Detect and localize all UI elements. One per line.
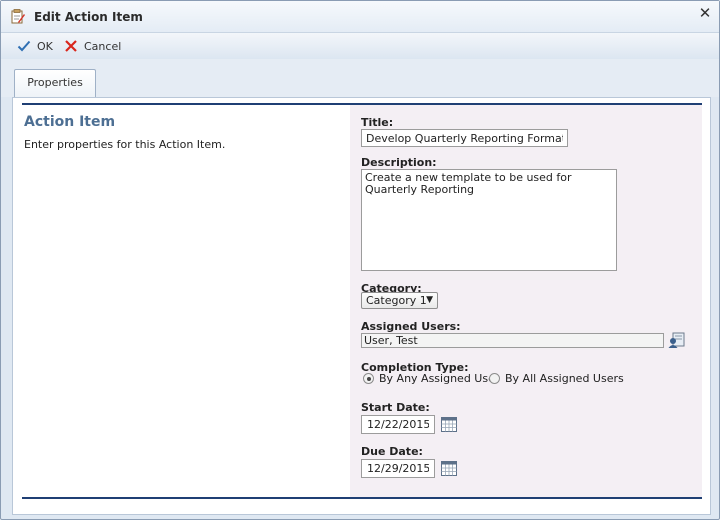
radio-by-all-assigned-users[interactable]: By All Assigned Users — [489, 372, 624, 385]
radio-all-label: By All Assigned Users — [505, 372, 624, 385]
radio-unselected-icon — [489, 373, 500, 384]
due-date-label: Due Date: — [361, 445, 423, 458]
divider-bottom — [22, 497, 702, 499]
start-date-input[interactable] — [361, 415, 435, 434]
radio-by-any-assigned-user[interactable]: By Any Assigned User — [363, 372, 499, 385]
ok-button[interactable]: OK — [17, 38, 53, 54]
radio-selected-icon — [363, 373, 374, 384]
assigned-users-field — [361, 333, 664, 348]
tab-properties[interactable]: Properties — [14, 69, 96, 97]
properties-panel: Action Item Enter properties for this Ac… — [12, 97, 711, 515]
user-picker-icon[interactable] — [668, 332, 685, 349]
title-label: Title: — [361, 116, 394, 129]
cancel-label: Cancel — [84, 39, 122, 53]
radio-any-label: By Any Assigned User — [379, 372, 500, 385]
cancel-button[interactable]: Cancel — [64, 38, 121, 54]
category-select[interactable]: Category 1 ▼ — [361, 292, 438, 309]
title-input[interactable] — [361, 129, 568, 147]
section-description: Enter properties for this Action Item. — [24, 138, 226, 151]
checkmark-icon — [17, 40, 31, 52]
form-area: Title: Description: Create a new templat… — [350, 105, 702, 497]
chevron-down-icon: ▼ — [426, 295, 433, 305]
section-title: Action Item — [24, 114, 116, 130]
ok-label: OK — [37, 39, 53, 53]
section-info: Action Item Enter properties for this Ac… — [13, 105, 349, 497]
edit-action-item-dialog: Edit Action Item ✕ OK Cancel Properties … — [0, 0, 720, 520]
description-textarea[interactable]: Create a new template to be used for Qua… — [361, 169, 617, 271]
close-icon[interactable]: ✕ — [697, 5, 713, 21]
cancel-x-icon — [65, 40, 77, 52]
start-date-label: Start Date: — [361, 401, 430, 414]
category-value: Category 1 — [366, 294, 427, 307]
calendar-icon[interactable] — [441, 417, 457, 432]
assigned-users-label: Assigned Users: — [361, 320, 461, 333]
title-bar: Edit Action Item ✕ — [1, 1, 719, 32]
tab-bar: Properties — [1, 59, 719, 97]
edit-document-icon — [11, 9, 25, 24]
due-date-input[interactable] — [361, 459, 435, 478]
dialog-title: Edit Action Item — [34, 10, 143, 24]
description-label: Description: — [361, 156, 437, 169]
calendar-icon[interactable] — [441, 461, 457, 476]
toolbar: OK Cancel — [1, 32, 719, 60]
